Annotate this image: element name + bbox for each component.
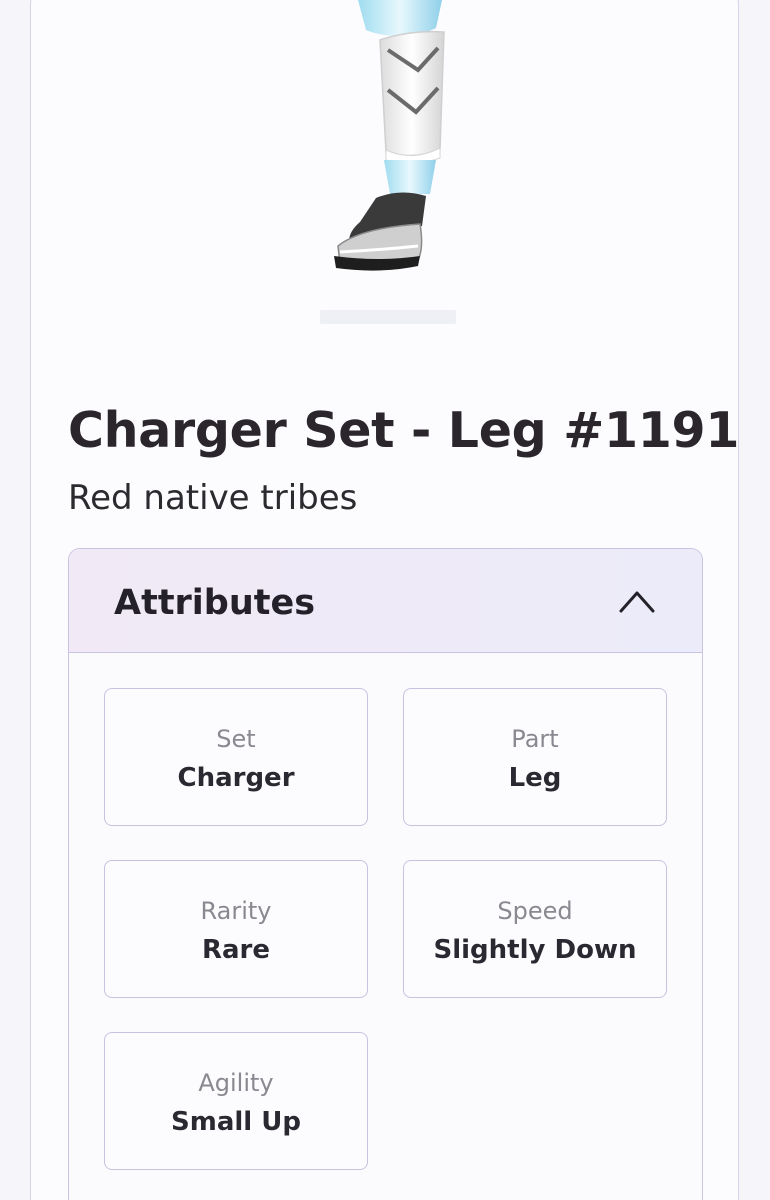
attribute-label: Agility (198, 1069, 274, 1097)
attributes-panel: Attributes Set Charger Part Leg Rarity R… (68, 548, 703, 1200)
attributes-heading: Attributes (114, 583, 316, 623)
attribute-label: Speed (497, 897, 573, 925)
attributes-header-toggle[interactable]: Attributes (69, 549, 702, 653)
attribute-card-rarity: Rarity Rare (104, 860, 368, 998)
attribute-label: Part (511, 725, 559, 753)
item-title: Charger Set - Leg #1191 (68, 402, 740, 459)
attribute-label: Set (216, 725, 256, 753)
attribute-value: Rare (201, 935, 271, 965)
attribute-value: Slightly Down (433, 935, 637, 965)
attribute-value: Charger (177, 763, 295, 793)
attribute-value: Leg (508, 763, 562, 793)
attribute-value: Small Up (171, 1107, 301, 1137)
attribute-card-part: Part Leg (403, 688, 667, 826)
leg-item-image (334, 0, 445, 271)
attribute-label: Rarity (200, 897, 272, 925)
item-subtitle: Red native tribes (68, 478, 358, 518)
chevron-up-icon[interactable] (617, 585, 657, 615)
image-placeholder-bar (320, 310, 456, 324)
page: Charger Set - Leg #1191 Red native tribe… (0, 0, 770, 1200)
attribute-card-agility: Agility Small Up (104, 1032, 368, 1170)
attribute-card-speed: Speed Slightly Down (403, 860, 667, 998)
item-image-area (0, 0, 770, 340)
attribute-card-set: Set Charger (104, 688, 368, 826)
